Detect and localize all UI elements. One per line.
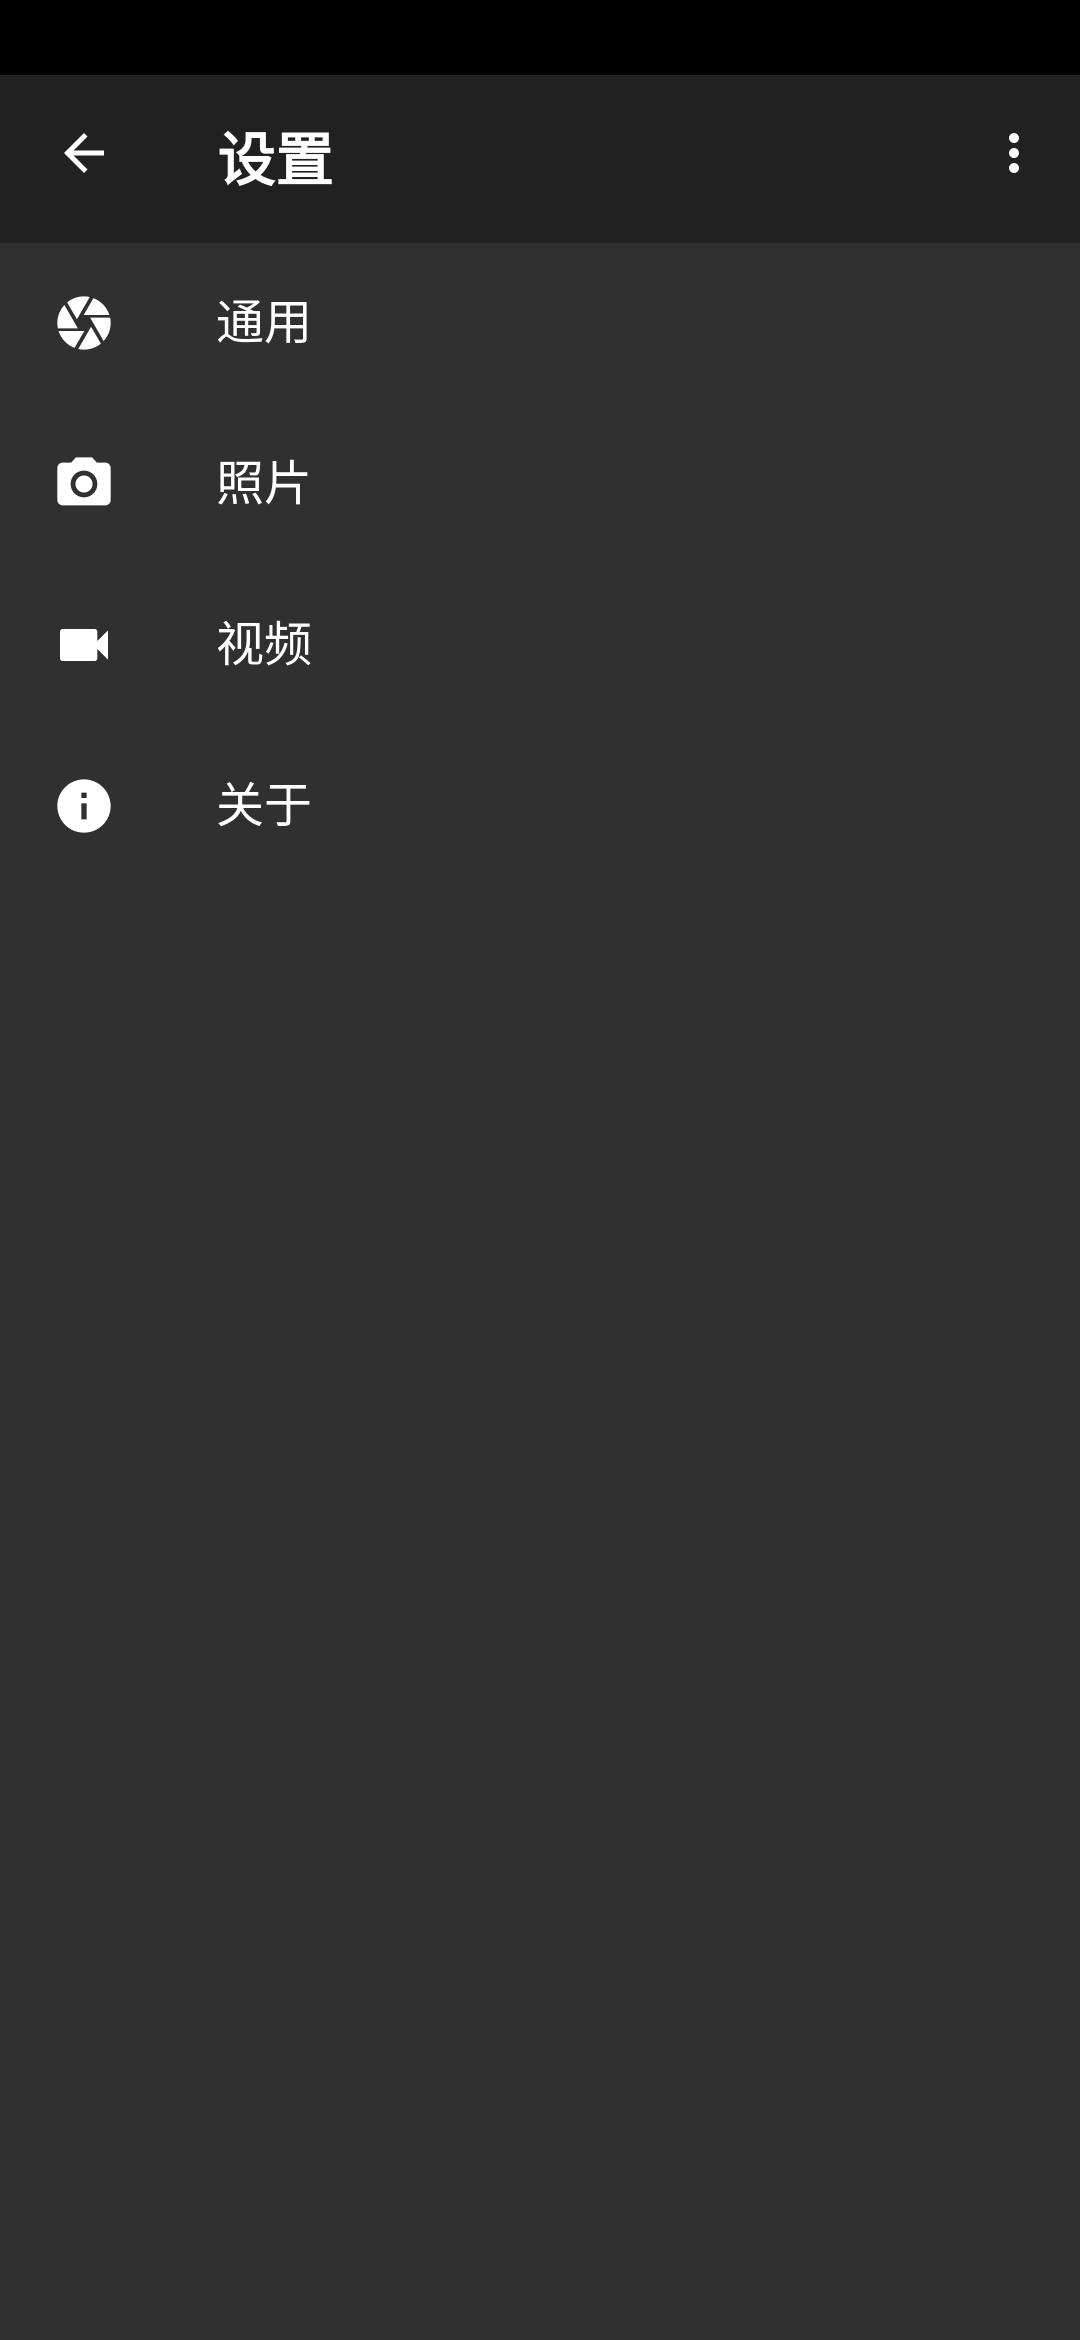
app-bar: 设置 — [0, 75, 1080, 243]
back-button[interactable] — [36, 105, 132, 201]
info-icon — [52, 774, 116, 838]
videocam-icon — [52, 613, 116, 677]
more-options-button[interactable] — [966, 105, 1062, 201]
settings-list: 通用 照片 视频 关于 — [0, 243, 1080, 887]
camera-aperture-icon — [52, 291, 116, 355]
settings-item-video[interactable]: 视频 — [0, 565, 1080, 726]
settings-item-label: 关于 — [216, 778, 313, 834]
settings-item-photo[interactable]: 照片 — [0, 404, 1080, 565]
status-bar — [0, 0, 1080, 75]
settings-item-label: 视频 — [216, 617, 313, 673]
settings-item-about[interactable]: 关于 — [0, 726, 1080, 887]
settings-item-label: 通用 — [216, 295, 313, 351]
settings-item-label: 照片 — [216, 456, 313, 512]
more-vertical-icon — [1009, 133, 1019, 173]
settings-item-general[interactable]: 通用 — [0, 243, 1080, 404]
camera-icon — [52, 452, 116, 516]
arrow-back-icon — [64, 133, 104, 173]
page-title: 设置 — [218, 126, 335, 194]
